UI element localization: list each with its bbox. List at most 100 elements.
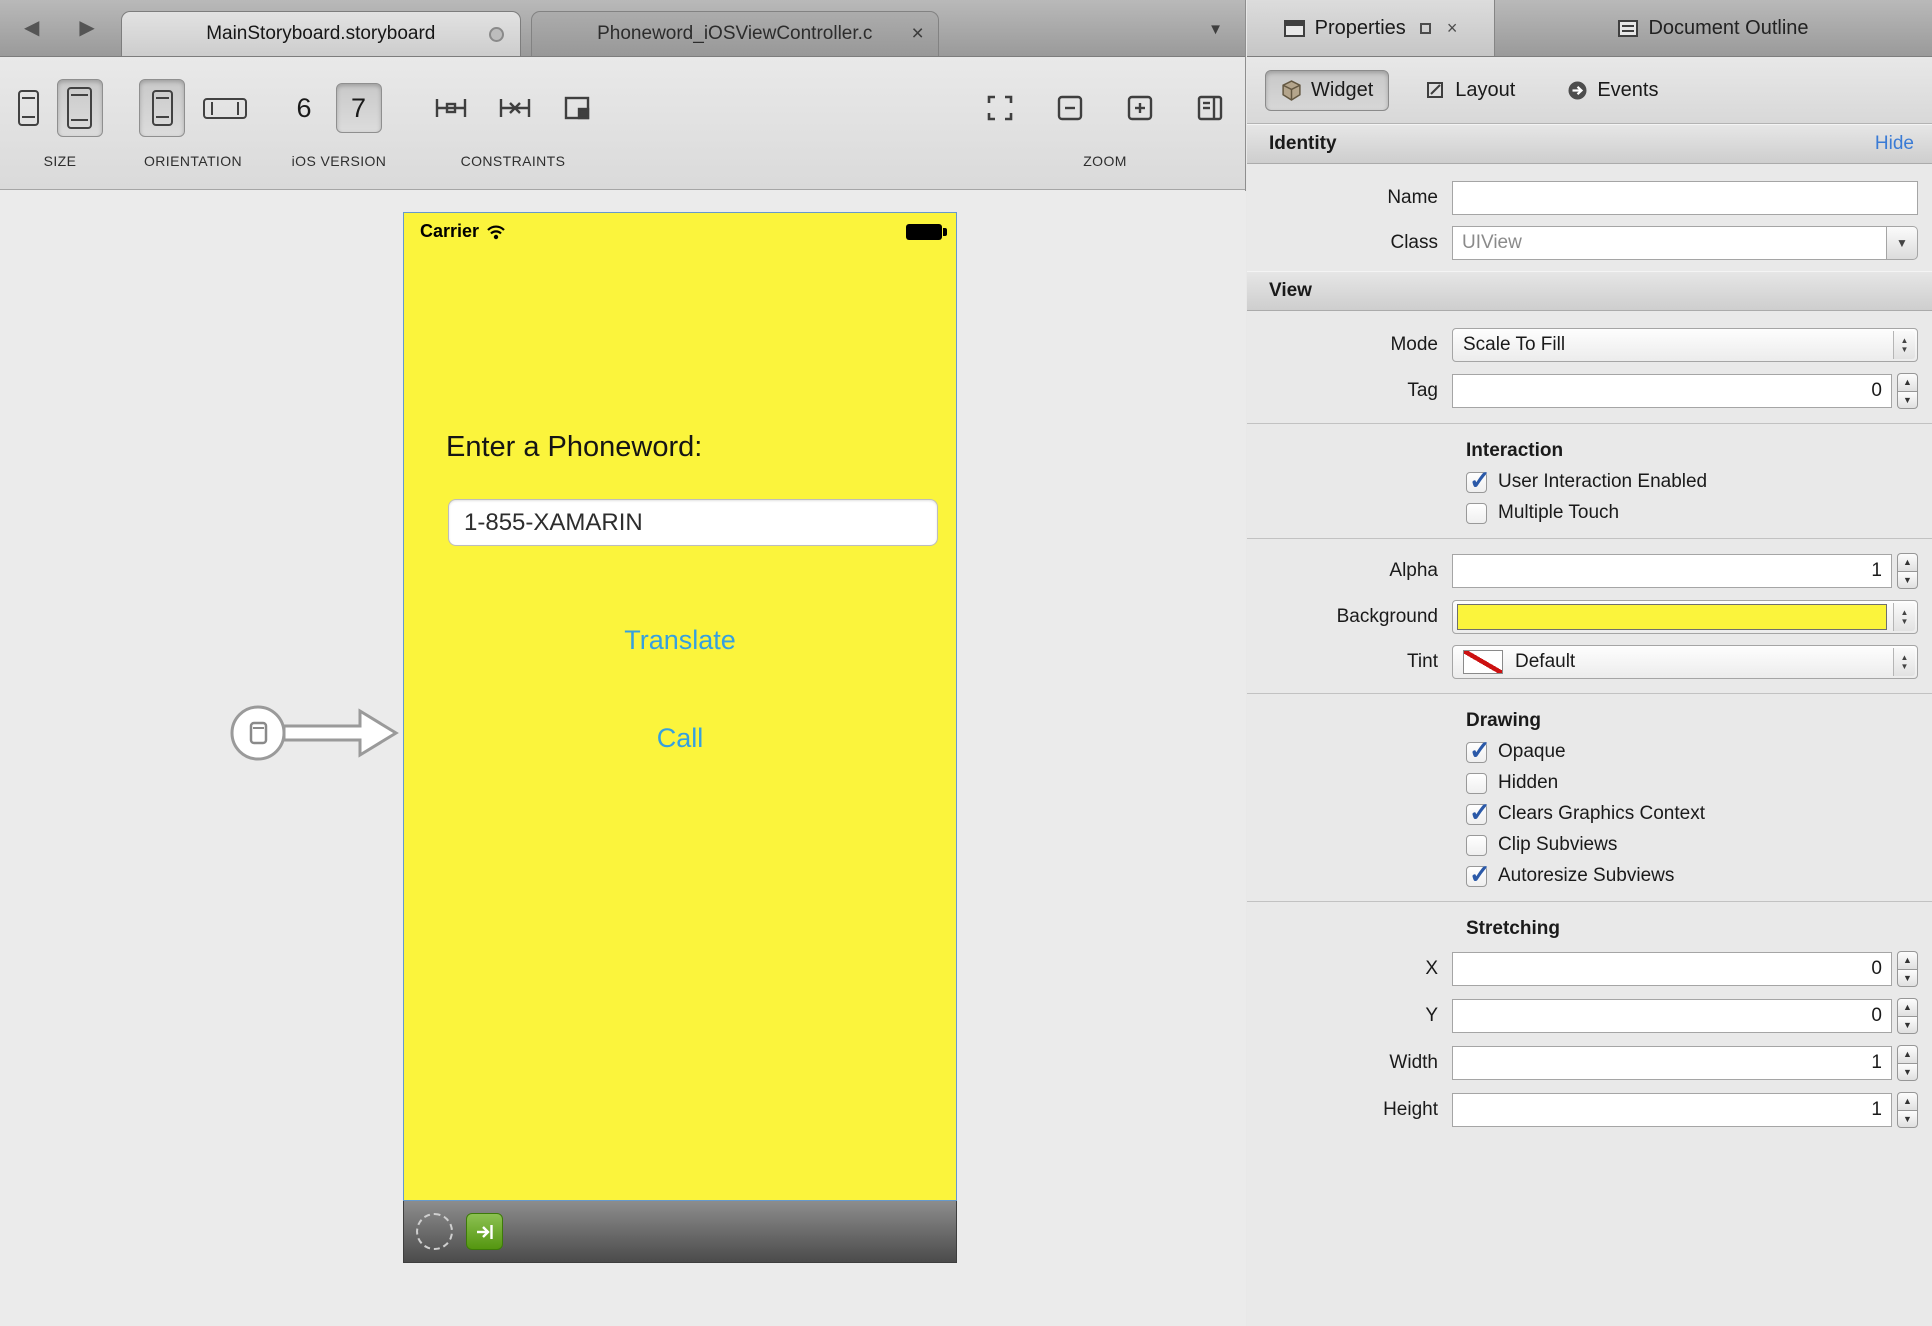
layout-tab[interactable]: Layout xyxy=(1411,71,1530,110)
tab-document-outline[interactable]: Document Outline xyxy=(1495,0,1932,56)
stepper-up-icon[interactable]: ▲ xyxy=(1897,998,1918,1016)
multiple-touch-checkbox[interactable] xyxy=(1466,503,1487,524)
name-row: Name xyxy=(1247,181,1918,215)
stepper-down-icon[interactable]: ▼ xyxy=(1897,391,1918,410)
size-group-label: SIZE xyxy=(44,153,77,169)
clears-graphics-label: Clears Graphics Context xyxy=(1498,803,1705,825)
exit-segue-icon[interactable] xyxy=(466,1213,503,1250)
detach-panel-icon[interactable] xyxy=(1420,23,1431,34)
stretch-x-stepper[interactable]: ▲▼ xyxy=(1897,951,1918,987)
stretch-height-input[interactable] xyxy=(1452,1093,1892,1127)
stepper-down-icon[interactable]: ▼ xyxy=(1897,571,1918,590)
ios6-button[interactable]: 6 xyxy=(296,93,311,124)
translate-button[interactable]: Translate xyxy=(404,625,956,656)
tab-mainstoryboard[interactable]: MainStoryboard.storyboard xyxy=(121,11,521,56)
widget-tab-label: Widget xyxy=(1311,79,1373,102)
popup-arrows-icon: ▲▼ xyxy=(1893,603,1915,631)
mode-popup[interactable]: Scale To Fill ▲▼ xyxy=(1452,328,1918,362)
battery-icon xyxy=(906,224,942,240)
navigation-arrows: ◀ ▶ xyxy=(0,15,121,56)
ios7-button-selected[interactable]: 7 xyxy=(336,83,382,133)
opaque-row: ✓ Opaque xyxy=(1466,741,1932,763)
tag-row: Tag ▲▼ xyxy=(1247,373,1918,409)
stepper-up-icon[interactable]: ▲ xyxy=(1897,951,1918,969)
identity-form: Name Class ▼ xyxy=(1247,164,1932,260)
stepper-up-icon[interactable]: ▲ xyxy=(1897,1092,1918,1110)
separator xyxy=(1247,693,1932,694)
stretch-width-input[interactable] xyxy=(1452,1046,1892,1080)
tint-popup[interactable]: Default ▲▼ xyxy=(1452,645,1918,679)
hide-link[interactable]: Hide xyxy=(1875,133,1914,155)
stretch-width-stepper[interactable]: ▲▼ xyxy=(1897,1045,1918,1081)
alpha-stepper[interactable]: ▲▼ xyxy=(1897,553,1918,589)
size-iphone-selected-button[interactable] xyxy=(57,79,103,137)
fullscreen-icon[interactable] xyxy=(985,93,1015,123)
user-interaction-checkbox[interactable]: ✓ xyxy=(1466,472,1487,493)
storyboard-canvas[interactable]: Carrier Enter a Phoneword: 1-855-XAMARIN… xyxy=(0,191,1246,1326)
view-controller[interactable]: Carrier Enter a Phoneword: 1-855-XAMARIN… xyxy=(403,212,957,1263)
stepper-up-icon[interactable]: ▲ xyxy=(1897,373,1918,391)
constraints-group: CONSTRAINTS xyxy=(418,65,608,169)
phoneword-label[interactable]: Enter a Phoneword: xyxy=(446,431,702,464)
name-label: Name xyxy=(1247,187,1452,209)
events-tab[interactable]: Events xyxy=(1552,71,1673,110)
mode-row: Mode Scale To Fill ▲▼ xyxy=(1247,328,1918,362)
alpha-input[interactable] xyxy=(1452,554,1892,588)
pin-width-constraint-icon[interactable] xyxy=(433,94,469,122)
tab-viewcontroller-code[interactable]: Phoneword_iOSViewController.c × xyxy=(531,11,939,56)
view-controller-icon[interactable] xyxy=(416,1213,453,1250)
stretch-y-row: Y ▲▼ xyxy=(1247,998,1918,1034)
back-button[interactable]: ◀ xyxy=(24,15,39,40)
tint-row: Tint Default ▲▼ xyxy=(1247,645,1918,679)
class-dropdown-icon[interactable]: ▼ xyxy=(1886,226,1918,260)
class-input[interactable] xyxy=(1452,226,1887,260)
stretch-x-input[interactable] xyxy=(1452,952,1892,986)
ios-designer-window: ◀ ▶ MainStoryboard.storyboard Phoneword_… xyxy=(0,0,1932,1326)
stretch-y-input[interactable] xyxy=(1452,999,1892,1033)
forward-button[interactable]: ▶ xyxy=(79,15,94,40)
clears-graphics-checkbox[interactable]: ✓ xyxy=(1466,804,1487,825)
stepper-down-icon[interactable]: ▼ xyxy=(1897,1016,1918,1035)
size-iphone-icon[interactable] xyxy=(18,90,39,126)
multiple-touch-label: Multiple Touch xyxy=(1498,502,1619,524)
zoom-out-icon[interactable] xyxy=(1055,93,1085,123)
landscape-icon[interactable] xyxy=(203,98,247,119)
tab-properties[interactable]: Properties × xyxy=(1247,0,1495,56)
call-button[interactable]: Call xyxy=(404,723,956,754)
name-input[interactable] xyxy=(1452,181,1918,215)
tag-stepper[interactable]: ▲▼ xyxy=(1897,373,1918,409)
stepper-down-icon[interactable]: ▼ xyxy=(1897,1063,1918,1082)
orientation-portrait-button[interactable] xyxy=(139,79,185,137)
stepper-down-icon[interactable]: ▼ xyxy=(1897,1110,1918,1129)
stepper-up-icon[interactable]: ▲ xyxy=(1897,1045,1918,1063)
tag-input[interactable] xyxy=(1452,374,1892,408)
clip-subviews-checkbox[interactable] xyxy=(1466,835,1487,856)
remove-constraint-icon[interactable] xyxy=(497,94,533,122)
properties-window-icon xyxy=(1284,20,1305,37)
size-iphone-large-icon xyxy=(67,87,92,129)
uiview-root[interactable]: Carrier Enter a Phoneword: 1-855-XAMARIN… xyxy=(403,212,957,1201)
modified-indicator-icon xyxy=(489,27,504,42)
background-color-well[interactable]: ▲▼ xyxy=(1452,600,1918,634)
tab-list-dropdown-icon[interactable]: ▼ xyxy=(1208,21,1223,38)
hidden-checkbox[interactable] xyxy=(1466,773,1487,794)
stretch-y-stepper[interactable]: ▲▼ xyxy=(1897,998,1918,1034)
actual-size-icon[interactable] xyxy=(1195,93,1225,123)
stretch-width-row: Width ▲▼ xyxy=(1247,1045,1918,1081)
zoom-in-icon[interactable] xyxy=(1125,93,1155,123)
stretching-heading: Stretching xyxy=(1466,918,1932,940)
widget-tab[interactable]: Widget xyxy=(1265,70,1389,111)
autoresize-checkbox[interactable]: ✓ xyxy=(1466,866,1487,887)
stepper-down-icon[interactable]: ▼ xyxy=(1897,969,1918,988)
editor-pane: ◀ ▶ MainStoryboard.storyboard Phoneword_… xyxy=(0,0,1246,1326)
close-tab-icon[interactable]: × xyxy=(912,22,924,46)
opaque-checkbox[interactable]: ✓ xyxy=(1466,742,1487,763)
phoneword-textfield[interactable]: 1-855-XAMARIN xyxy=(448,499,938,546)
close-panel-icon[interactable]: × xyxy=(1447,18,1458,39)
document-outline-tab-label: Document Outline xyxy=(1648,17,1808,40)
stepper-up-icon[interactable]: ▲ xyxy=(1897,553,1918,571)
frame-constraint-icon[interactable] xyxy=(561,94,593,122)
mode-label: Mode xyxy=(1247,334,1452,356)
initial-view-controller-arrow[interactable] xyxy=(224,687,404,779)
stretch-height-stepper[interactable]: ▲▼ xyxy=(1897,1092,1918,1128)
